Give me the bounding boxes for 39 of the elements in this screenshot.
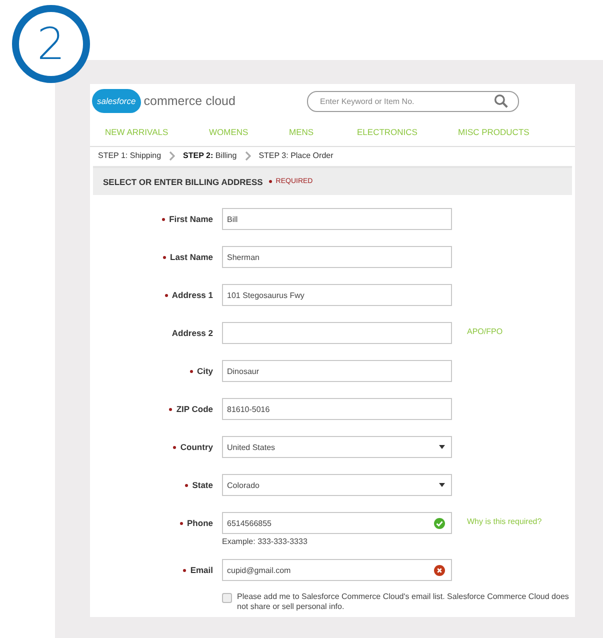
check-icon xyxy=(434,518,445,528)
input-field[interactable]: 81610-5016 xyxy=(222,398,452,420)
dropdown-arrow-icon xyxy=(439,483,445,487)
field-label: City xyxy=(190,366,213,376)
search-input[interactable]: Enter Keyword or Item No. xyxy=(318,96,494,106)
checkbox[interactable] xyxy=(222,593,232,603)
chevron-icon xyxy=(169,150,176,160)
dropdown-arrow-icon xyxy=(439,445,445,449)
error-icon xyxy=(434,564,445,576)
section-title: SELECT OR ENTER BILLING ADDRESS xyxy=(103,176,263,186)
input-field[interactable]: 101 Stegosaurus Fwy xyxy=(222,284,452,306)
field-label: Country xyxy=(173,442,213,452)
field-label: Address 1 xyxy=(164,290,213,300)
step-number-badge: 2 xyxy=(12,5,90,83)
input-field[interactable] xyxy=(222,322,452,344)
search-icon[interactable] xyxy=(494,94,508,108)
search-field[interactable]: Enter Keyword or Item No. xyxy=(307,90,519,112)
input-field[interactable]: cupid@gmail.com xyxy=(222,559,452,581)
field-label: Address 2 xyxy=(172,328,213,338)
field-label: State xyxy=(185,480,213,490)
field-label: ZIP Code xyxy=(169,404,213,414)
logo-cloud: salesforce xyxy=(92,89,141,113)
checkout-step[interactable]: STEP 3: Place Order xyxy=(258,151,334,160)
dropdown[interactable]: United States xyxy=(222,436,452,458)
chevron-icon xyxy=(244,150,251,160)
checkbox-label: Please add me to Salesforce Commerce Cloud's email list. Salesforce Commerce Cloud does not share or sell personal info. xyxy=(237,592,570,612)
checkout-step[interactable]: STEP 2: Billing xyxy=(183,151,237,160)
input-field[interactable]: 6514566855 xyxy=(222,512,452,534)
input-field[interactable]: Bill xyxy=(222,208,452,230)
input-field[interactable]: Dinosaur xyxy=(222,360,452,382)
field-label: Email xyxy=(183,566,213,574)
input-field[interactable]: Sherman xyxy=(222,246,452,268)
field-label: First Name xyxy=(162,214,213,224)
checkout-step[interactable]: STEP 1: Shipping xyxy=(98,151,162,160)
field-label: Last Name xyxy=(163,252,213,262)
logo-text: commerce cloud xyxy=(144,94,236,108)
field-label: Phone xyxy=(180,518,213,528)
field-hint: Example: 333-333-3333 xyxy=(222,538,308,546)
dropdown[interactable]: Colorado xyxy=(222,474,452,496)
